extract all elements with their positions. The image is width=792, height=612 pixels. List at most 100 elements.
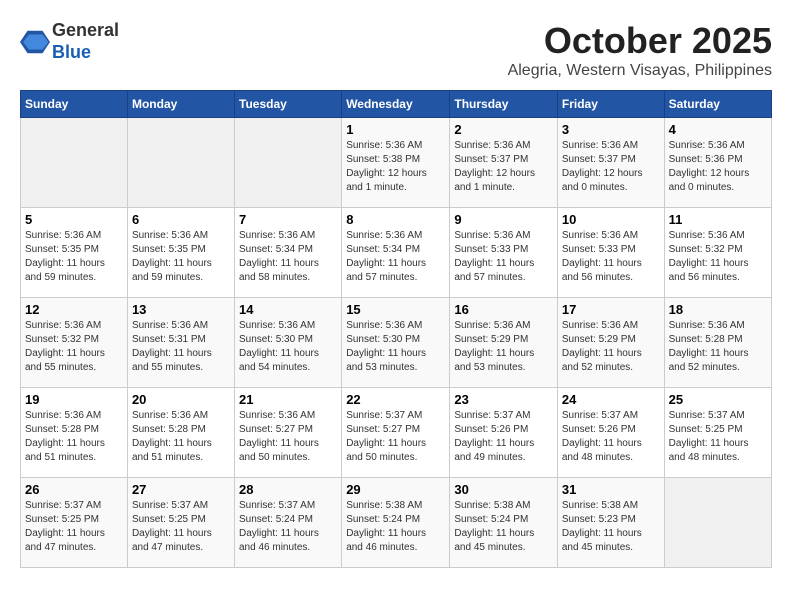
day-number: 16 [454,302,553,317]
day-number: 12 [25,302,123,317]
calendar-week-1: 1Sunrise: 5:36 AM Sunset: 5:38 PM Daylig… [21,118,772,208]
calendar-cell: 2 Sunrise: 5:36 AM Sunset: 5:37 PM Daylig… [450,118,558,208]
calendar-cell: 1Sunrise: 5:36 AM Sunset: 5:38 PM Daylig… [342,118,450,208]
day-number: 3 [562,122,660,137]
day-info: Sunrise: 5:38 AM Sunset: 5:23 PM Dayligh… [562,499,660,555]
calendar-table: SundayMondayTuesdayWednesdayThursdayFrid… [20,90,772,568]
day-info: Sunrise: 5:36 AM Sunset: 5:33 PM Dayligh… [562,229,660,285]
calendar-cell: 19 Sunrise: 5:36 AM Sunset: 5:28 PM Dayli… [21,388,128,478]
day-number: 24 [562,392,660,407]
day-info: Sunrise: 5:37 AM Sunset: 5:25 PM Dayligh… [132,499,230,555]
day-info: Sunrise: 5:38 AM Sunset: 5:24 PM Dayligh… [454,499,553,555]
calendar-cell: 31 Sunrise: 5:38 AM Sunset: 5:23 PM Dayli… [557,478,664,568]
calendar-cell: 7 Sunrise: 5:36 AM Sunset: 5:34 PM Daylig… [235,208,342,298]
day-number: 17 [562,302,660,317]
day-number: 2 [454,122,553,137]
day-info: Sunrise: 5:37 AM Sunset: 5:25 PM Dayligh… [669,409,767,465]
day-number: 19 [25,392,123,407]
day-number: 27 [132,482,230,497]
day-info: Sunrise: 5:36 AM Sunset: 5:28 PM Dayligh… [25,409,123,465]
calendar-cell: 13 Sunrise: 5:36 AM Sunset: 5:31 PM Dayli… [127,298,234,388]
day-info: Sunrise: 5:36 AM Sunset: 5:35 PM Dayligh… [25,229,123,285]
page-header: General Blue October 2025 Alegria, Weste… [20,20,772,80]
calendar-cell: 30 Sunrise: 5:38 AM Sunset: 5:24 PM Dayli… [450,478,558,568]
day-number: 18 [669,302,767,317]
day-info: Sunrise: 5:36 AM Sunset: 5:34 PM Dayligh… [346,229,445,285]
logo: General Blue [20,20,119,63]
calendar-header-row: SundayMondayTuesdayWednesdayThursdayFrid… [21,91,772,118]
calendar-cell: 23Sunrise: 5:37 AM Sunset: 5:26 PM Dayli… [450,388,558,478]
day-number: 20 [132,392,230,407]
calendar-cell [235,118,342,208]
day-info: Sunrise: 5:36 AM Sunset: 5:34 PM Dayligh… [239,229,337,285]
day-header-wednesday: Wednesday [342,91,450,118]
calendar-week-2: 5 Sunrise: 5:36 AM Sunset: 5:35 PM Daylig… [21,208,772,298]
calendar-cell: 4Sunrise: 5:36 AM Sunset: 5:36 PM Daylig… [664,118,771,208]
day-number: 8 [346,212,445,227]
day-info: Sunrise: 5:36 AM Sunset: 5:30 PM Dayligh… [239,319,337,375]
day-info: Sunrise: 5:38 AM Sunset: 5:24 PM Dayligh… [346,499,445,555]
calendar-week-3: 12 Sunrise: 5:36 AM Sunset: 5:32 PM Dayli… [21,298,772,388]
calendar-cell: 22 Sunrise: 5:37 AM Sunset: 5:27 PM Dayli… [342,388,450,478]
calendar-cell: 20Sunrise: 5:36 AM Sunset: 5:28 PM Dayli… [127,388,234,478]
logo-icon [20,27,50,57]
calendar-cell: 27 Sunrise: 5:37 AM Sunset: 5:25 PM Dayli… [127,478,234,568]
day-info: Sunrise: 5:37 AM Sunset: 5:26 PM Dayligh… [454,409,553,465]
month-title: October 2025 [508,20,772,62]
day-number: 22 [346,392,445,407]
day-header-thursday: Thursday [450,91,558,118]
day-info: Sunrise: 5:37 AM Sunset: 5:26 PM Dayligh… [562,409,660,465]
calendar-cell [21,118,128,208]
day-info: Sunrise: 5:36 AM Sunset: 5:35 PM Dayligh… [132,229,230,285]
calendar-cell: 29Sunrise: 5:38 AM Sunset: 5:24 PM Dayli… [342,478,450,568]
day-info: Sunrise: 5:36 AM Sunset: 5:29 PM Dayligh… [454,319,553,375]
day-number: 9 [454,212,553,227]
calendar-cell: 17 Sunrise: 5:36 AM Sunset: 5:29 PM Dayli… [557,298,664,388]
day-info: Sunrise: 5:37 AM Sunset: 5:27 PM Dayligh… [346,409,445,465]
calendar-cell: 15 Sunrise: 5:36 AM Sunset: 5:30 PM Dayli… [342,298,450,388]
day-info: Sunrise: 5:36 AM Sunset: 5:33 PM Dayligh… [454,229,553,285]
day-number: 1 [346,122,445,137]
day-number: 10 [562,212,660,227]
day-info: Sunrise: 5:36 AM Sunset: 5:37 PM Dayligh… [454,139,553,195]
day-number: 13 [132,302,230,317]
day-info: Sunrise: 5:37 AM Sunset: 5:24 PM Dayligh… [239,499,337,555]
day-header-friday: Friday [557,91,664,118]
day-number: 15 [346,302,445,317]
logo-blue-text: Blue [52,42,119,64]
calendar-cell: 24 Sunrise: 5:37 AM Sunset: 5:26 PM Dayli… [557,388,664,478]
logo-general-text: General [52,20,119,42]
calendar-week-5: 26 Sunrise: 5:37 AM Sunset: 5:25 PM Dayli… [21,478,772,568]
day-info: Sunrise: 5:36 AM Sunset: 5:27 PM Dayligh… [239,409,337,465]
day-info: Sunrise: 5:36 AM Sunset: 5:28 PM Dayligh… [669,319,767,375]
calendar-cell: 16 Sunrise: 5:36 AM Sunset: 5:29 PM Dayli… [450,298,558,388]
day-number: 7 [239,212,337,227]
calendar-cell: 9 Sunrise: 5:36 AM Sunset: 5:33 PM Daylig… [450,208,558,298]
day-header-sunday: Sunday [21,91,128,118]
day-info: Sunrise: 5:36 AM Sunset: 5:32 PM Dayligh… [25,319,123,375]
day-info: Sunrise: 5:36 AM Sunset: 5:32 PM Dayligh… [669,229,767,285]
day-number: 30 [454,482,553,497]
calendar-cell: 11 Sunrise: 5:36 AM Sunset: 5:32 PM Dayli… [664,208,771,298]
calendar-cell: 26 Sunrise: 5:37 AM Sunset: 5:25 PM Dayli… [21,478,128,568]
day-number: 25 [669,392,767,407]
calendar-cell: 10 Sunrise: 5:36 AM Sunset: 5:33 PM Dayli… [557,208,664,298]
calendar-cell: 18 Sunrise: 5:36 AM Sunset: 5:28 PM Dayli… [664,298,771,388]
calendar-cell [664,478,771,568]
day-info: Sunrise: 5:36 AM Sunset: 5:29 PM Dayligh… [562,319,660,375]
calendar-cell: 21Sunrise: 5:36 AM Sunset: 5:27 PM Dayli… [235,388,342,478]
calendar-cell: 12 Sunrise: 5:36 AM Sunset: 5:32 PM Dayli… [21,298,128,388]
day-number: 14 [239,302,337,317]
day-info: Sunrise: 5:36 AM Sunset: 5:31 PM Dayligh… [132,319,230,375]
day-number: 11 [669,212,767,227]
calendar-cell [127,118,234,208]
day-info: Sunrise: 5:37 AM Sunset: 5:25 PM Dayligh… [25,499,123,555]
day-number: 31 [562,482,660,497]
day-number: 4 [669,122,767,137]
day-number: 26 [25,482,123,497]
day-number: 28 [239,482,337,497]
day-number: 5 [25,212,123,227]
day-number: 6 [132,212,230,227]
day-info: Sunrise: 5:36 AM Sunset: 5:30 PM Dayligh… [346,319,445,375]
calendar-cell: 8 Sunrise: 5:36 AM Sunset: 5:34 PM Daylig… [342,208,450,298]
